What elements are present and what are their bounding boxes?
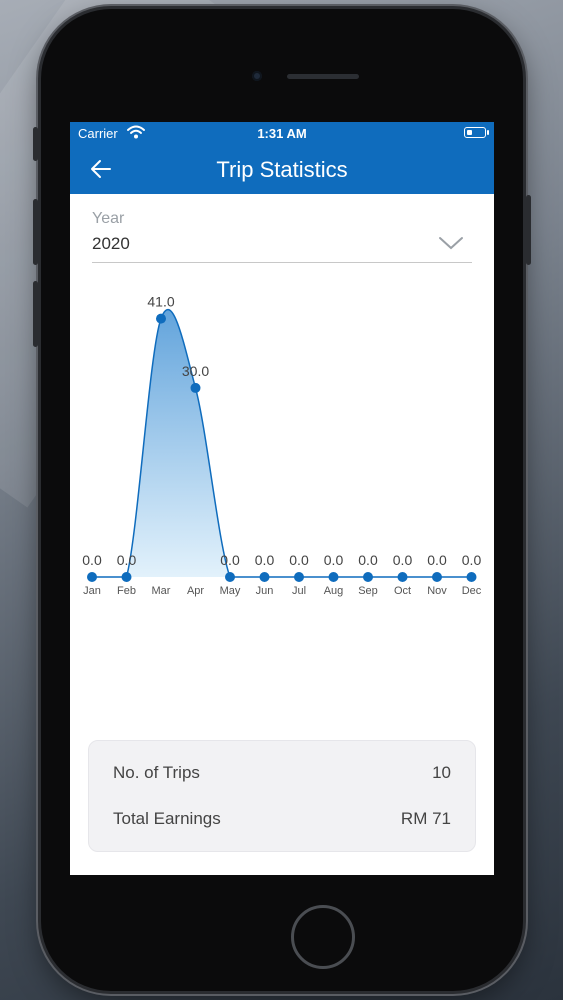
data-point[interactable] xyxy=(466,572,477,582)
data-point[interactable] xyxy=(363,572,373,582)
chevron-down-icon xyxy=(439,237,463,250)
battery-icon xyxy=(464,127,486,138)
x-tick-label: Apr xyxy=(187,585,204,597)
data-label: 0.0 xyxy=(289,552,309,568)
mute-switch xyxy=(33,127,38,161)
earnings-row: Total Earnings RM 71 xyxy=(113,809,451,833)
data-point[interactable] xyxy=(432,572,442,582)
year-label: Year xyxy=(92,210,125,227)
earnings-label: Total Earnings xyxy=(113,809,221,828)
power-button xyxy=(526,195,531,265)
status-time: 1:31 AM xyxy=(257,126,307,141)
summary-card: No. of Trips 10 Total Earnings RM 71 xyxy=(88,740,476,852)
data-point[interactable] xyxy=(87,572,97,582)
year-dropdown[interactable]: 2020 xyxy=(92,230,472,263)
data-point[interactable] xyxy=(328,572,339,582)
battery-tip xyxy=(487,130,489,135)
status-bar: Carrier 1:31 AM xyxy=(70,122,494,144)
x-tick-label: Dec xyxy=(462,585,482,597)
earnings-value: RM 71 xyxy=(400,809,451,828)
data-label: 0.0 xyxy=(117,552,137,568)
data-point[interactable] xyxy=(121,572,132,582)
volume-up-button xyxy=(33,199,38,265)
trips-row: No. of Trips 10 xyxy=(113,763,451,787)
x-tick-label: Nov xyxy=(427,585,447,597)
volume-down-button xyxy=(33,281,38,347)
x-tick-label: May xyxy=(220,585,241,597)
trip-area-chart: 0.0 Jan 0.0 Feb 41.0 Mar 30.0 Apr 0.0 May 0.0 Jun 0.… xyxy=(82,294,482,597)
data-label: 30.0 xyxy=(182,363,209,379)
data-label: 0.0 xyxy=(358,552,378,568)
data-label: 0.0 xyxy=(427,552,447,568)
x-tick-label: Sep xyxy=(358,585,378,597)
x-tick-label: Jan xyxy=(83,585,101,597)
x-tick-label: Aug xyxy=(324,585,344,597)
x-tick-label: Mar xyxy=(152,585,171,597)
earpiece-speaker xyxy=(287,74,359,79)
data-label: 0.0 xyxy=(324,552,344,568)
data-label: 41.0 xyxy=(147,294,174,310)
trips-label: No. of Trips xyxy=(113,763,200,782)
app-bar: Trip Statistics xyxy=(70,144,494,194)
data-label: 0.0 xyxy=(255,552,275,568)
data-point[interactable] xyxy=(294,572,304,582)
data-point[interactable] xyxy=(225,572,235,582)
chart-area-fill xyxy=(92,309,472,577)
x-tick-label: Jul xyxy=(292,585,306,597)
data-point[interactable] xyxy=(259,572,270,582)
home-button[interactable] xyxy=(291,905,355,969)
trips-value: 10 xyxy=(432,763,451,782)
data-point[interactable] xyxy=(190,382,201,393)
front-camera xyxy=(252,71,262,81)
page-title: Trip Statistics xyxy=(216,157,348,182)
data-label: 0.0 xyxy=(220,552,240,568)
data-point[interactable] xyxy=(156,313,166,324)
x-tick-label: Feb xyxy=(117,585,136,597)
data-label: 0.0 xyxy=(462,552,482,568)
app-screen: Carrier 1:31 AM Trip Statistics Year 202… xyxy=(70,122,494,875)
data-label: 0.0 xyxy=(393,552,413,568)
x-tick-label: Jun xyxy=(256,585,274,597)
data-point[interactable] xyxy=(397,572,408,582)
year-value: 2020 xyxy=(92,234,130,253)
x-tick-label: Oct xyxy=(394,585,411,597)
data-label: 0.0 xyxy=(82,552,102,568)
